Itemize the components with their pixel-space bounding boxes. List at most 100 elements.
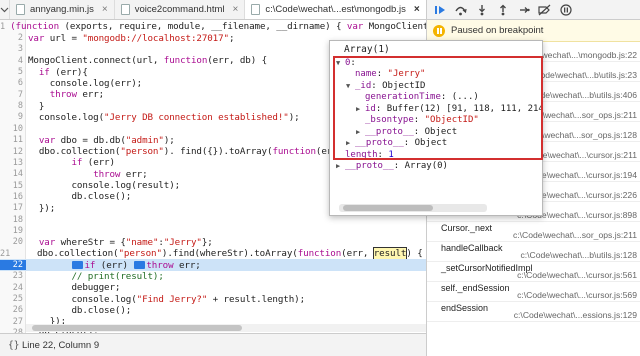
line-number[interactable]: 20 — [0, 237, 26, 247]
code-text[interactable]: throw err; — [26, 169, 147, 180]
line-number[interactable]: 17 — [0, 203, 26, 213]
pretty-print-icon[interactable]: {} — [8, 340, 22, 351]
code-text[interactable]: console.log("Find Jerry?" + result.lengt… — [26, 294, 305, 305]
code-text[interactable]: // print(result); — [26, 271, 163, 282]
popover-scrollbar[interactable] — [339, 204, 487, 212]
object-property-row[interactable]: ▼ 0: — [330, 57, 356, 69]
step-out-button[interactable] — [496, 3, 509, 16]
code-text[interactable]: var url = "mongodb://localhost:27017"; — [26, 33, 235, 44]
code-line[interactable]: 1 (function (exports, require, module, __… — [0, 21, 426, 32]
code-text[interactable]: throw err; — [26, 89, 104, 100]
code-text[interactable]: MongoClient.connect(url, function(err, d… — [26, 55, 267, 66]
code-text[interactable]: }); — [26, 203, 55, 214]
line-number[interactable]: 12 — [0, 147, 26, 157]
object-property-row[interactable]: length: 1 — [330, 149, 394, 161]
close-icon[interactable]: × — [102, 4, 108, 15]
code-text[interactable]: db.close(); — [26, 305, 131, 316]
code-text[interactable]: if (err){ — [26, 67, 88, 78]
object-property-row[interactable]: ▶ __proto__: Array(0) — [330, 161, 448, 173]
line-number[interactable]: 7 — [0, 90, 26, 100]
property-key: __proto__ — [365, 126, 414, 137]
line-number[interactable]: 11 — [0, 135, 26, 145]
code-line[interactable]: 21 dbo.collection("person").find(whereSt… — [0, 247, 426, 261]
code-text[interactable]: console.log("Jerry DB connection establi… — [26, 112, 300, 123]
object-property-row[interactable]: ▶id: Buffer(12) [91, 118, 111, 214, 76, — [330, 103, 542, 115]
code-text[interactable]: dbo.collection("person").find(whereStr).… — [13, 247, 426, 261]
line-number[interactable]: 5 — [0, 67, 26, 77]
object-property-row[interactable]: name: "Jerry" — [330, 69, 425, 81]
line-number[interactable]: 16 — [0, 192, 26, 202]
line-number[interactable]: 18 — [0, 215, 26, 225]
popover-scrollbar-thumb[interactable] — [343, 205, 433, 211]
code-line[interactable]: 19 — [0, 225, 426, 236]
code-text[interactable]: (function (exports, require, module, __f… — [8, 21, 426, 32]
step-over-button[interactable] — [454, 3, 467, 16]
close-icon[interactable]: × — [233, 4, 239, 15]
line-number[interactable]: 9 — [0, 112, 26, 122]
line-number[interactable]: 23 — [0, 271, 26, 281]
object-property-row[interactable]: _bsontype: "ObjectID" — [330, 115, 479, 127]
tab-3[interactable]: c:\Code\wechat\...est\mongodb.js × — [245, 0, 427, 19]
code-text[interactable]: debugger; — [26, 282, 120, 293]
object-property-row[interactable]: ▼ _id: ObjectID — [330, 80, 425, 92]
line-number[interactable]: 24 — [0, 283, 26, 293]
object-property-row[interactable]: ▶ __proto__: Object — [330, 126, 457, 138]
step-into-button[interactable] — [475, 3, 488, 16]
close-icon[interactable]: × — [414, 4, 420, 15]
editor-horizontal-scrollbar[interactable] — [26, 324, 426, 332]
collapsed-triangle-icon[interactable]: ▶ — [346, 139, 355, 147]
line-number[interactable]: 10 — [0, 124, 26, 134]
current-execution-line[interactable]: 22 if (err) throw err; — [0, 259, 426, 271]
tab-2[interactable]: voice2command.html × — [115, 0, 246, 19]
code-text[interactable]: } — [26, 101, 45, 112]
step-out-icon — [499, 4, 506, 15]
code-text[interactable]: if (err) throw err; — [26, 260, 201, 271]
line-number[interactable]: 22 — [0, 260, 26, 271]
step-button[interactable] — [517, 3, 530, 16]
code-line[interactable]: 23 // print(result); — [0, 271, 426, 282]
call-stack-frame[interactable]: endSession c:\Code\wechat\...essions.js:1… — [427, 302, 640, 322]
line-number[interactable]: 25 — [0, 294, 26, 304]
call-stack-frame[interactable]: handleCallback c:\Code\wechat\...b\utils.… — [427, 242, 640, 262]
tab-1[interactable]: annyang.min.js × — [10, 0, 115, 19]
scrollbar-thumb[interactable] — [32, 325, 242, 331]
code-text[interactable]: console.log(err); — [26, 78, 142, 89]
code-line[interactable]: 20 var whereStr = {"name":"Jerry"}; — [0, 237, 426, 248]
resume-button[interactable] — [433, 3, 446, 16]
call-stack-frame[interactable]: _setCursorNotifiedImpl c:\Code\wechat\...… — [427, 262, 640, 282]
line-number[interactable]: 15 — [0, 181, 26, 191]
line-number[interactable]: 2 — [0, 33, 26, 43]
line-number[interactable]: 1 — [0, 22, 8, 32]
expanded-triangle-icon[interactable]: ▼ — [346, 82, 355, 90]
deactivate-breakpoints-button[interactable] — [538, 3, 551, 16]
code-text[interactable]: db.close(); — [26, 191, 131, 202]
code-text[interactable]: dbo.collection("person"). find({}).toArr… — [26, 146, 381, 157]
object-property-row[interactable]: ▶ __proto__: Object — [330, 138, 447, 150]
code-line[interactable]: 24 debugger; — [0, 282, 426, 293]
line-number[interactable]: 4 — [0, 56, 26, 66]
tab-history-dropdown[interactable] — [0, 0, 10, 19]
code-line[interactable]: 26 db.close(); — [0, 305, 426, 316]
collapsed-triangle-icon[interactable]: ▶ — [356, 128, 365, 136]
code-text[interactable]: var whereStr = {"name":"Jerry"}; — [26, 237, 213, 248]
object-property-row[interactable]: generationTime: (...) — [330, 92, 479, 104]
code-text[interactable]: console.log(result); — [26, 180, 180, 191]
expanded-triangle-icon[interactable]: ▼ — [336, 59, 345, 67]
line-number[interactable]: 27 — [0, 317, 26, 327]
line-number[interactable]: 26 — [0, 305, 26, 315]
line-number[interactable]: 14 — [0, 169, 26, 179]
line-number[interactable]: 13 — [0, 158, 26, 168]
line-number[interactable]: 6 — [0, 78, 26, 88]
code-line[interactable]: 25 console.log("Find Jerry?" + result.le… — [0, 293, 426, 305]
collapsed-triangle-icon[interactable]: ▶ — [336, 162, 345, 170]
code-text[interactable]: var dbo = db.db("admin"); — [26, 135, 175, 146]
code-text[interactable]: if (err) — [26, 157, 115, 168]
pause-on-exceptions-button[interactable] — [559, 3, 572, 16]
collapsed-triangle-icon[interactable]: ▶ — [356, 105, 365, 113]
line-number[interactable]: 3 — [0, 44, 26, 54]
line-number[interactable]: 19 — [0, 226, 26, 236]
call-stack-frame[interactable]: Cursor._next c:\Code\wechat\...sor_ops.js… — [427, 222, 640, 242]
line-number[interactable]: 21 — [0, 249, 13, 259]
call-stack-frame[interactable]: self._endSession c:\Code\wechat\...\curso… — [427, 282, 640, 302]
line-number[interactable]: 8 — [0, 101, 26, 111]
